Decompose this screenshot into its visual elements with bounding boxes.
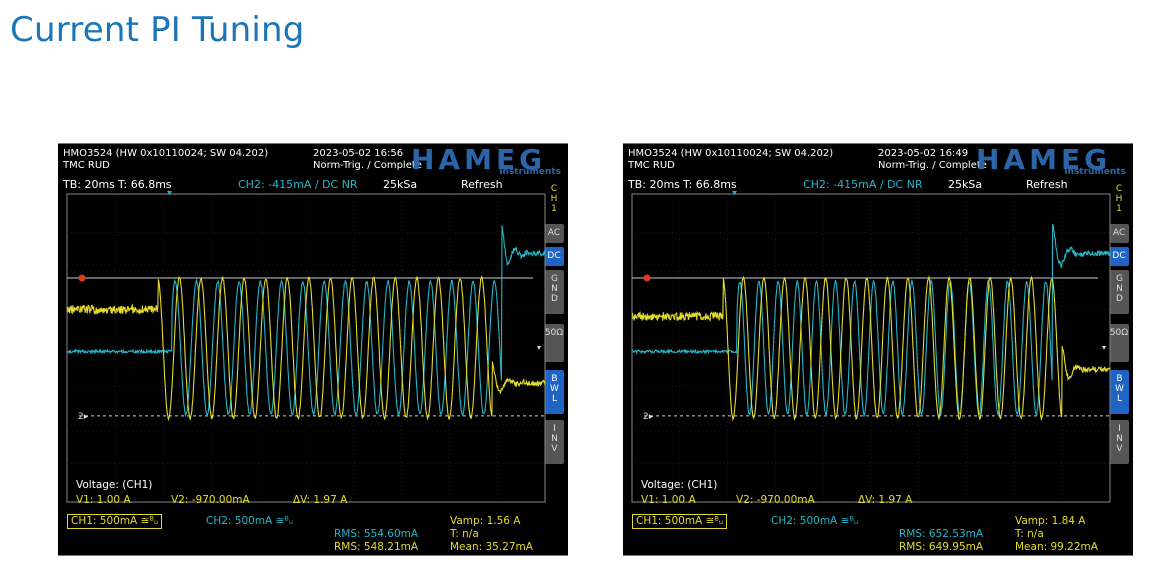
bwl-label: BWL — [549, 370, 560, 404]
cursor-v2: V2: -970.00mA — [171, 494, 250, 506]
period: T: n/a — [1015, 528, 1044, 540]
cursor-v1: V1: 1.00 A — [76, 494, 131, 506]
ch2-ground-marker: 2▸ — [643, 412, 654, 422]
ch1-tab[interactable]: CH1 — [1111, 184, 1127, 217]
oscilloscope-screen-right: HMO3524 (HW 0x10110024; SW 04.202) TMC R… — [623, 143, 1133, 556]
period: T: n/a — [450, 528, 479, 540]
cursor-title: Voltage: (CH1) — [641, 479, 717, 491]
ch1-tab[interactable]: CH1 — [546, 184, 562, 217]
ch2-ground-marker: 2▸ — [78, 412, 89, 422]
page-title: Current PI Tuning — [10, 10, 305, 50]
mean: Mean: 99.22mA — [1015, 541, 1098, 553]
gnd-label: GND — [549, 270, 560, 304]
trigger-marker — [79, 275, 86, 282]
cursor-delta: ΔV: 1.97 A — [293, 494, 347, 506]
inv-label: INV — [549, 420, 560, 454]
ch1-scale[interactable]: CH1: 500mA ≅ᴮᵤ — [632, 514, 727, 529]
oscilloscope-screen-left: HMO3524 (HW 0x10110024; SW 04.202) TMC R… — [58, 143, 568, 556]
vamp: Vamp: 1.56 A — [450, 515, 520, 527]
vamp: Vamp: 1.84 A — [1015, 515, 1085, 527]
gnd-label: GND — [1114, 270, 1125, 304]
rms-ch2: RMS: 554.60mA — [334, 528, 418, 540]
rms-ch1: RMS: 649.95mA — [899, 541, 983, 553]
ch1-scale[interactable]: CH1: 500mA ≅ᴮᵤ — [67, 514, 162, 529]
cursor-v2: V2: -970.00mA — [736, 494, 815, 506]
graticule-frame — [632, 194, 1110, 502]
ch2-scale[interactable]: CH2: 500mA ≅ᴮᵤ — [771, 515, 858, 527]
inv-label: INV — [1114, 420, 1125, 454]
cursor-delta: ΔV: 1.97 A — [858, 494, 912, 506]
ch1-tab-label: CH1 — [1114, 184, 1124, 214]
ch2-scale[interactable]: CH2: 500mA ≅ᴮᵤ — [206, 515, 293, 527]
mean: Mean: 35.27mA — [450, 541, 533, 553]
trigger-marker — [644, 275, 651, 282]
graticule-frame — [67, 194, 545, 502]
bwl-label: BWL — [1114, 370, 1125, 404]
cursor-v1: V1: 1.00 A — [641, 494, 696, 506]
rms-ch2: RMS: 652.53mA — [899, 528, 983, 540]
ch1-tab-label: CH1 — [549, 184, 559, 214]
rms-ch1: RMS: 548.21mA — [334, 541, 418, 553]
cursor-title: Voltage: (CH1) — [76, 479, 152, 491]
